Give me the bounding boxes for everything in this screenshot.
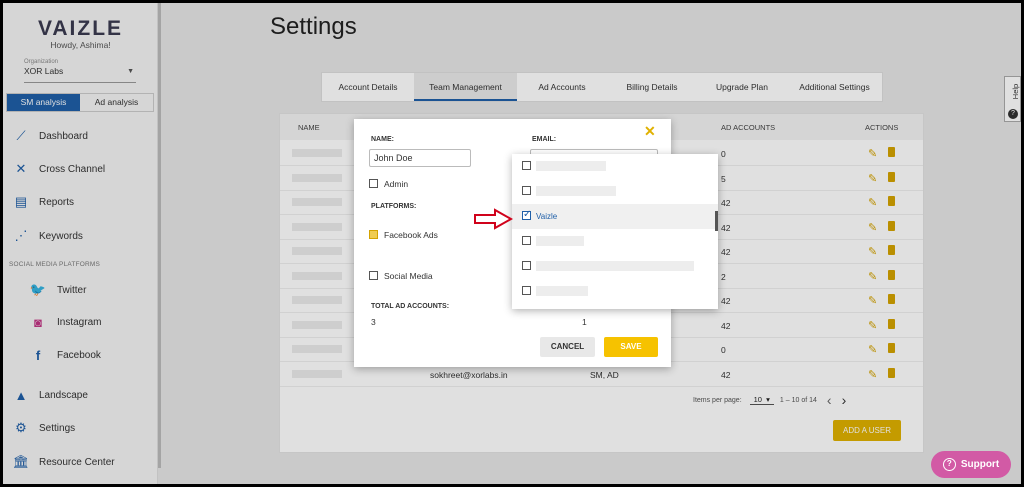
- redacted-text: [536, 286, 588, 296]
- save-button[interactable]: SAVE: [604, 337, 658, 357]
- total-ad-accounts-label: TOTAL AD ACCOUNTS:: [371, 303, 450, 310]
- red-arrow-annotation-icon: [474, 208, 513, 230]
- option-checkbox[interactable]: [522, 286, 531, 295]
- option-checkbox[interactable]: [522, 161, 531, 170]
- support-button[interactable]: ? Support: [931, 451, 1011, 478]
- dropdown-option[interactable]: [512, 279, 718, 304]
- option-label: Vaizle: [536, 212, 558, 221]
- option-checkbox-checked[interactable]: [522, 209, 531, 220]
- social-media-label: Social Media: [384, 271, 433, 281]
- name-input[interactable]: John Doe: [369, 149, 471, 167]
- social-media-checkbox[interactable]: [369, 271, 378, 280]
- option-checkbox[interactable]: [522, 186, 531, 195]
- admin-checkbox[interactable]: [369, 179, 378, 188]
- facebook-ads-checkbox[interactable]: [369, 230, 378, 239]
- support-label: Support: [960, 459, 1000, 470]
- email-label: EMAIL:: [532, 136, 557, 143]
- redacted-text: [536, 186, 616, 196]
- option-checkbox[interactable]: [522, 236, 531, 245]
- dropdown-option[interactable]: [512, 229, 718, 254]
- selected-ad-accounts-value: 1: [582, 317, 587, 327]
- app-frame: VAIZLE Howdy, Ashima! Organization XOR L…: [3, 3, 1021, 484]
- platforms-label: PLATFORMS:: [371, 203, 417, 210]
- dropdown-option-vaizle[interactable]: Vaizle: [512, 204, 718, 229]
- support-icon: ?: [942, 458, 956, 471]
- close-icon[interactable]: ✕: [644, 123, 656, 140]
- option-checkbox[interactable]: [522, 261, 531, 270]
- dropdown-option[interactable]: [512, 179, 718, 204]
- name-label: NAME:: [371, 136, 394, 143]
- total-ad-accounts-value: 3: [371, 317, 376, 327]
- redacted-text: [536, 161, 606, 171]
- redacted-text: [536, 236, 584, 246]
- cancel-button[interactable]: CANCEL: [540, 337, 595, 357]
- dropdown-scrollbar[interactable]: [715, 211, 718, 231]
- ad-accounts-dropdown: Vaizle: [512, 154, 718, 309]
- dropdown-option[interactable]: [512, 254, 718, 279]
- redacted-text: [536, 261, 694, 271]
- admin-label: Admin: [384, 179, 409, 189]
- facebook-ads-label: Facebook Ads: [384, 230, 438, 240]
- dropdown-option[interactable]: [512, 154, 718, 179]
